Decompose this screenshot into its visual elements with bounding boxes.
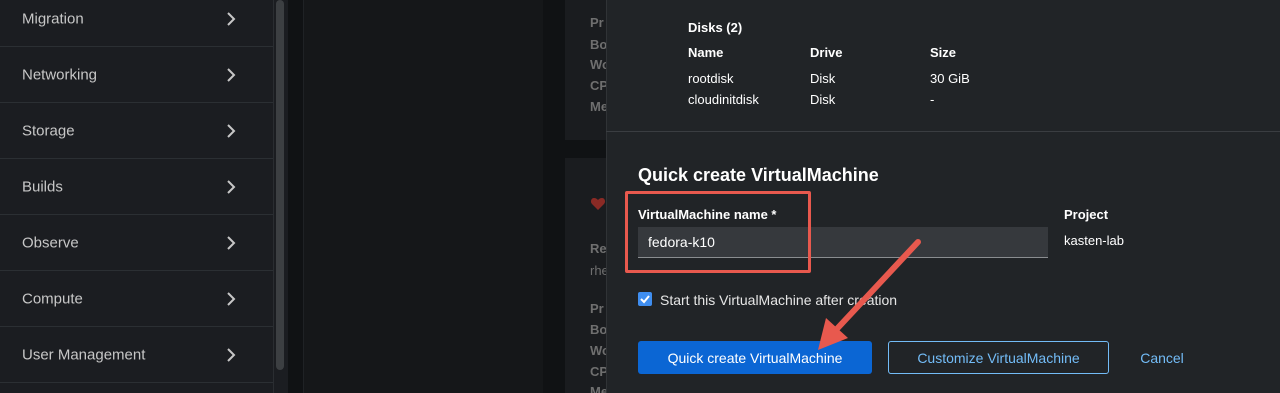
- section-divider: [606, 131, 1280, 132]
- disk-row-name: rootdisk: [688, 71, 734, 86]
- sidebar-item-label: Builds: [22, 178, 63, 195]
- chevron-right-icon: [227, 291, 236, 306]
- sidebar: Migration Networking Storage Builds Obse…: [0, 0, 273, 393]
- background-text: Bo: [590, 37, 608, 52]
- vm-name-input[interactable]: [638, 227, 1048, 258]
- disk-row-size: 30 GiB: [930, 71, 970, 86]
- sidebar-item-builds[interactable]: Builds: [0, 159, 273, 215]
- start-vm-checkbox[interactable]: [638, 292, 652, 306]
- sidebar-item-label: Storage: [22, 122, 75, 139]
- sidebar-item-label: Compute: [22, 290, 83, 307]
- disk-row-drive: Disk: [810, 92, 836, 107]
- sidebar-item-compute[interactable]: Compute: [0, 271, 273, 327]
- sidebar-item-observe[interactable]: Observe: [0, 215, 273, 271]
- sidebar-item-migration[interactable]: Migration: [0, 0, 273, 47]
- disk-row-size: -: [930, 92, 935, 107]
- chevron-right-icon: [227, 11, 236, 26]
- heart-icon: [590, 198, 606, 210]
- disk-row-name: cloudinitdisk: [688, 92, 759, 107]
- background-text: Pr: [590, 301, 604, 316]
- chevron-right-icon: [227, 235, 236, 250]
- project-label: Project: [1064, 207, 1109, 222]
- background-column: [303, 0, 543, 393]
- sidebar-item-label: Observe: [22, 234, 79, 251]
- cancel-button[interactable]: Cancel: [1130, 341, 1194, 374]
- background-text: Re: [590, 241, 607, 256]
- disks-section-title: Disks (2): [688, 20, 743, 35]
- sidebar-item-label: User Management: [22, 346, 146, 363]
- chevron-right-icon: [227, 67, 236, 82]
- customize-button[interactable]: Customize VirtualMachine: [888, 341, 1109, 374]
- chevron-right-icon: [227, 179, 236, 194]
- sidebar-item-label: Migration: [22, 10, 84, 27]
- checkmark-icon: [640, 295, 650, 304]
- background-text: Bo: [590, 322, 608, 337]
- disks-header-name: Name: [688, 45, 724, 60]
- chevron-right-icon: [227, 347, 236, 362]
- background-text: Pr: [590, 15, 604, 30]
- form-title: Quick create VirtualMachine: [638, 165, 879, 185]
- sidebar-item-label: Networking: [22, 66, 98, 83]
- disks-header-drive: Drive: [810, 45, 843, 60]
- chevron-right-icon: [227, 123, 236, 138]
- sidebar-item-networking[interactable]: Networking: [0, 47, 273, 103]
- vm-name-label: VirtualMachine name *: [638, 207, 777, 222]
- quick-create-button[interactable]: Quick create VirtualMachine: [638, 341, 872, 374]
- project-value: kasten-lab: [1064, 233, 1124, 248]
- disks-header-size: Size: [930, 45, 957, 60]
- sidebar-item-user-management[interactable]: User Management: [0, 327, 273, 383]
- sidebar-scrollbar-thumb[interactable]: [276, 0, 284, 370]
- sidebar-item-storage[interactable]: Storage: [0, 103, 273, 159]
- disk-row-drive: Disk: [810, 71, 836, 86]
- start-vm-checkbox-label[interactable]: Start this VirtualMachine after creation: [660, 292, 897, 308]
